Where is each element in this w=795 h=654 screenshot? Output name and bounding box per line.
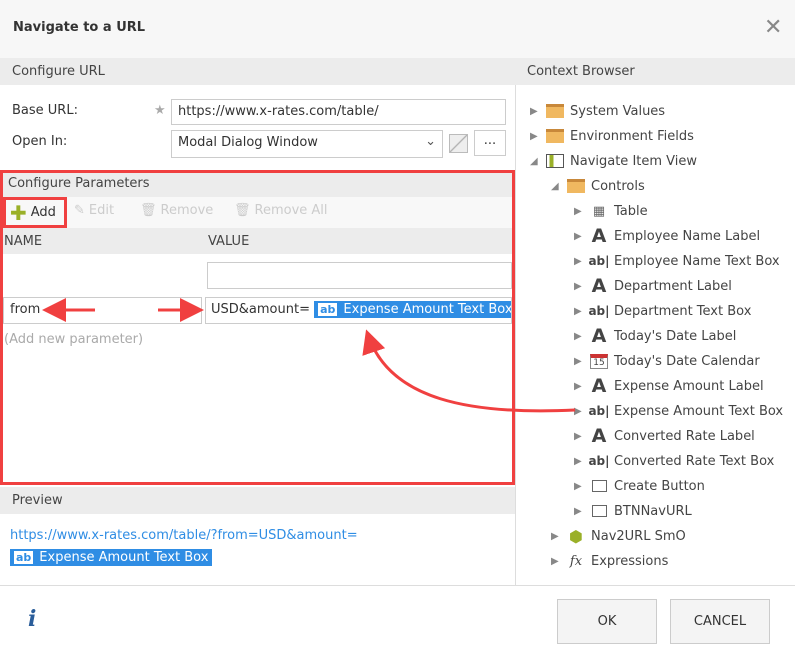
arrow-from-tree [362, 329, 576, 413]
annotation-arrows [42, 298, 576, 413]
